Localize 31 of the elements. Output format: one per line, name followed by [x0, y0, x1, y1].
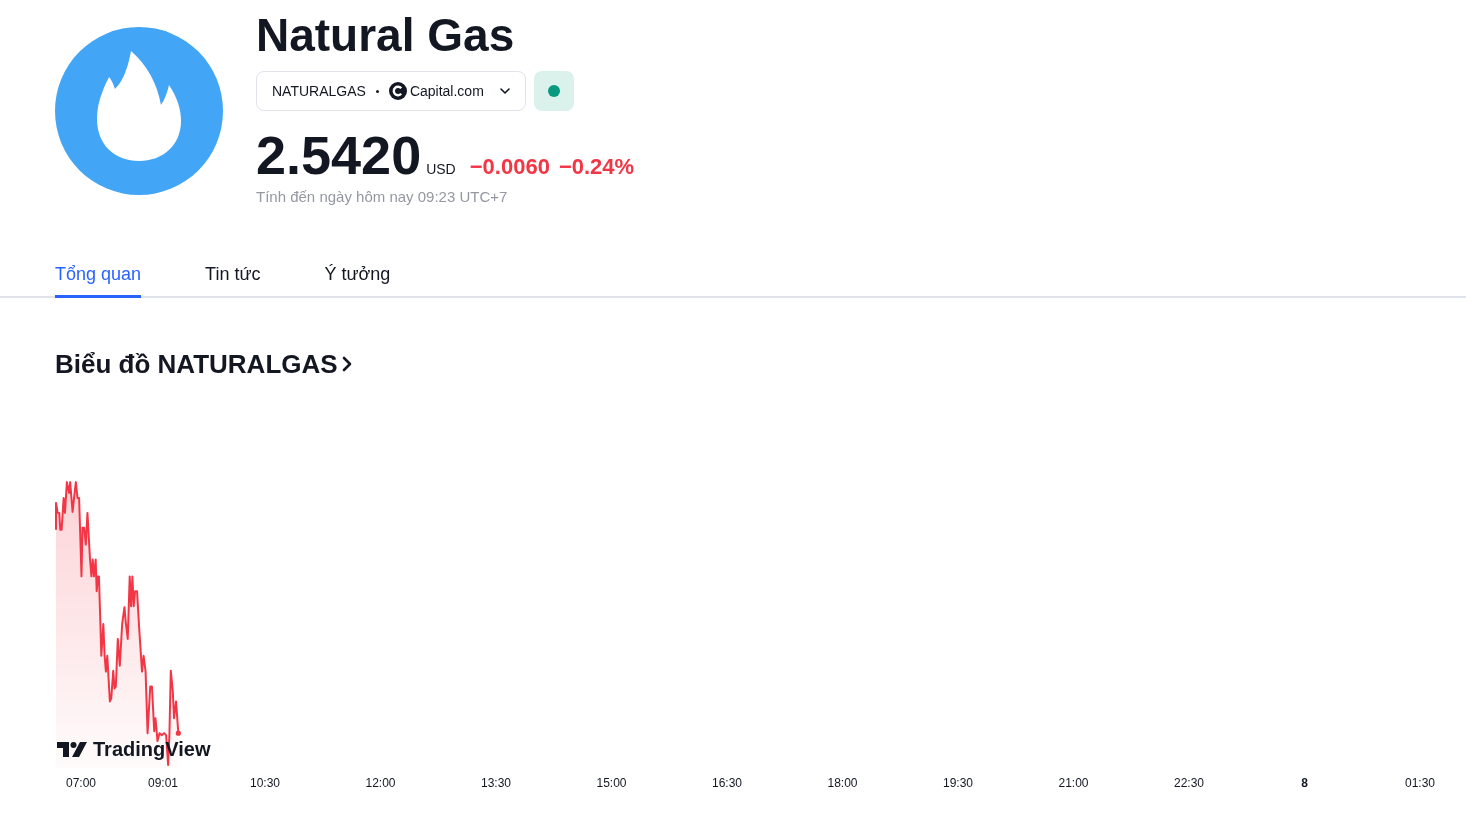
percent-change: −0.24%	[558, 154, 635, 180]
chevron-right-icon	[341, 356, 352, 372]
time-axis-label: 01:30	[1404, 775, 1436, 791]
instrument-title: Natural Gas	[256, 9, 515, 61]
c-logo-icon	[388, 82, 407, 100]
time-axis-label: 22:30	[1173, 775, 1205, 791]
time-axis-label: 09:01	[147, 775, 179, 791]
chart-heading-link[interactable]: Biểu đồ NATURALGAS	[55, 348, 352, 380]
tab[interactable]: Tổng quan	[55, 254, 142, 298]
tab[interactable]: Ý tưởng	[324, 254, 391, 298]
tradingview-logo-icon	[57, 741, 87, 757]
tab[interactable]: Tin tức	[205, 254, 261, 298]
time-axis-label: 10:30	[249, 775, 281, 791]
time-axis-label: 19:30	[942, 775, 974, 791]
price-value: 2.5420	[256, 125, 422, 185]
time-axis-label: 8	[1300, 775, 1309, 791]
timestamp-note: Tính đến ngày hôm nay 09:23 UTC+7	[256, 187, 508, 207]
time-axis-label: 21:00	[1057, 775, 1090, 791]
price-change: −0.0060	[469, 154, 550, 180]
flame-icon	[55, 27, 223, 195]
time-axis-label: 13:30	[480, 775, 512, 791]
currency-label: USD	[426, 161, 456, 177]
time-axis-label: 15:00	[595, 775, 628, 791]
market-status-button[interactable]	[533, 71, 574, 111]
time-axis-label: 07:00	[65, 775, 97, 791]
dot-separator-icon	[375, 89, 379, 93]
symbol-dropdown[interactable]: NATURALGAS Capital.com	[256, 71, 526, 111]
time-axis-label: 18:00	[826, 775, 859, 791]
time-axis-label: 16:30	[711, 775, 743, 791]
chevron-down-icon	[498, 85, 511, 97]
time-axis-label: 12:00	[364, 775, 397, 791]
